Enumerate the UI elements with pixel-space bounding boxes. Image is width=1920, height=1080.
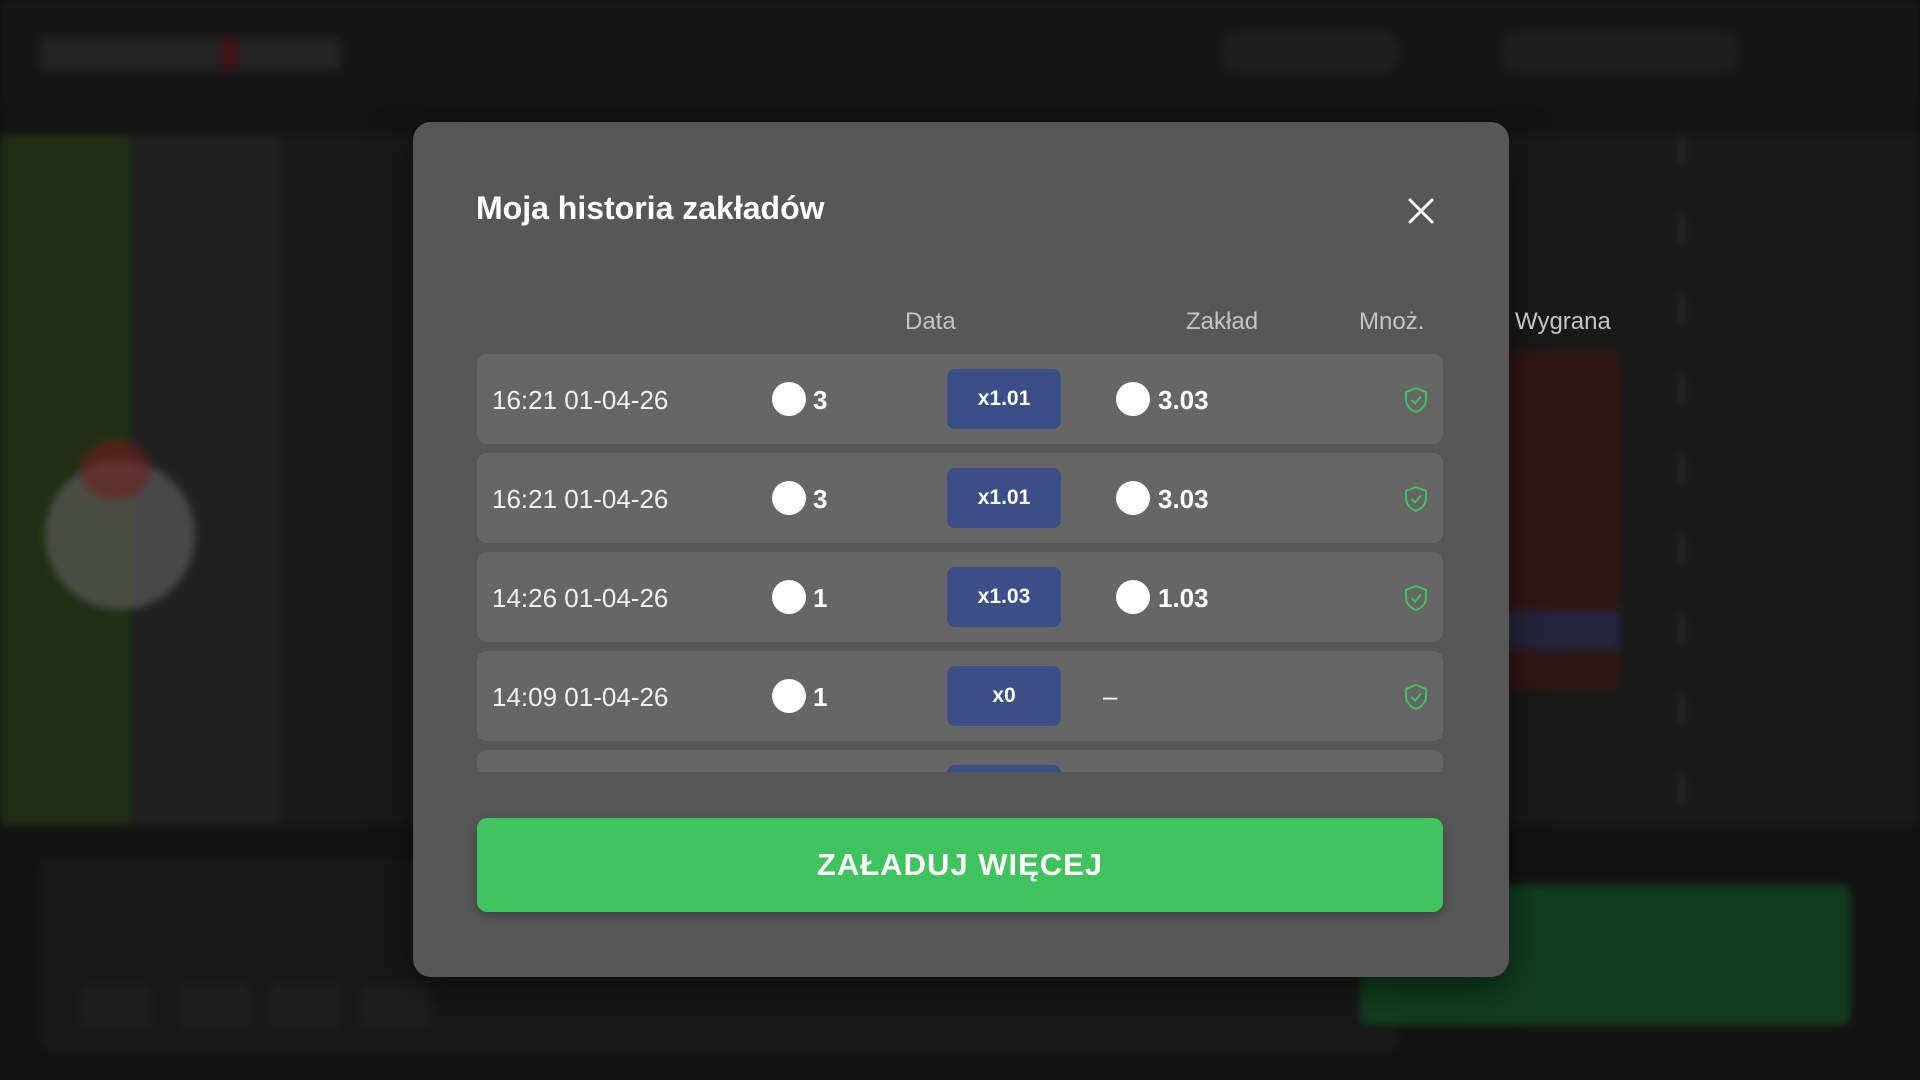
shield-check-icon[interactable] [1403, 683, 1429, 711]
bet-amount: 1 [813, 682, 828, 712]
bet-history-modal: Moja historia zakładów Data Zakład Mnoż.… [413, 122, 1611, 977]
load-more-button[interactable]: ZAŁADUJ WIĘCEJ [477, 818, 1443, 912]
bet-history-row[interactable]: 14:09 01-04-26 1 x0 – [477, 651, 1443, 741]
coin-icon [1116, 580, 1150, 614]
multiplier-badge: x1.01 [947, 468, 1061, 528]
bet-history-row-partial[interactable] [477, 750, 1443, 772]
bet-history-row[interactable]: 16:21 01-04-26 3 x1.01 3.03 [477, 453, 1443, 543]
column-header-date: Data [905, 308, 956, 335]
table-header: Data Zakład Mnoż. Wygrana [476, 300, 1611, 340]
bet-date: 16:21 01-04-26 [492, 484, 669, 514]
multiplier-badge: x0 [947, 666, 1061, 726]
win-amount: 3.03 [1158, 484, 1209, 514]
coin-icon [1116, 382, 1150, 416]
bet-amount: 3 [813, 484, 828, 514]
win-amount: 3.03 [1158, 385, 1209, 415]
coin-icon [772, 580, 806, 614]
bet-history-row[interactable]: 16:21 01-04-26 3 x1.01 3.03 [477, 354, 1443, 444]
coin-icon [1116, 481, 1150, 515]
bet-date: 14:09 01-04-26 [492, 682, 669, 712]
multiplier-badge: x1.03 [947, 567, 1061, 627]
bet-history-row[interactable]: 14:26 01-04-26 1 x1.03 1.03 [477, 552, 1443, 642]
coin-icon [772, 679, 806, 713]
win-amount-empty: – [1103, 681, 1118, 711]
coin-icon [772, 382, 806, 416]
close-button[interactable] [1398, 188, 1444, 234]
win-amount: 1.03 [1158, 583, 1209, 613]
column-header-multiplier: Mnoż. [1359, 308, 1425, 335]
bet-date: 14:26 01-04-26 [492, 583, 669, 613]
shield-check-icon[interactable] [1403, 584, 1429, 612]
shield-check-icon[interactable] [1403, 386, 1429, 414]
bet-date: 16:21 01-04-26 [492, 385, 669, 415]
bet-history-list[interactable]: 16:21 01-04-26 3 x1.01 3.03 16:21 01-04-… [477, 354, 1443, 772]
close-icon [1408, 198, 1434, 224]
column-header-bet: Zakład [1186, 308, 1259, 335]
shield-check-icon[interactable] [1403, 485, 1429, 513]
bet-amount: 3 [813, 385, 828, 415]
column-header-win: Wygrana [1515, 308, 1611, 335]
multiplier-badge [947, 765, 1061, 772]
bet-amount: 1 [813, 583, 828, 613]
coin-icon [772, 481, 806, 515]
modal-title: Moja historia zakładów [476, 190, 825, 226]
multiplier-badge: x1.01 [947, 369, 1061, 429]
